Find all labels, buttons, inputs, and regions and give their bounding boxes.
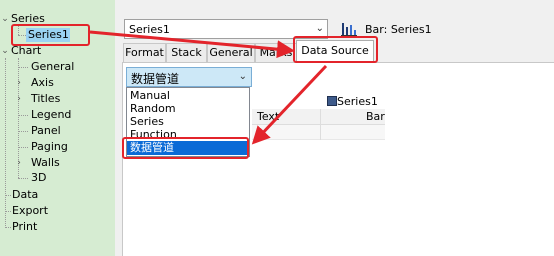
tree-item-3d[interactable]: 3D [31,171,46,185]
tree-item-legend[interactable]: Legend [31,108,71,122]
bar-chart-icon [341,23,357,36]
highlight-data-pipeline-option [122,137,249,159]
tree-item-export[interactable]: Export [12,204,48,218]
tree-item-paging[interactable]: Paging [31,140,68,154]
tab-stack[interactable]: Stack [166,43,207,62]
tab-marks[interactable]: Marks [255,43,297,62]
option-manual[interactable]: Manual [127,89,249,102]
grid-series-name: Series1 [337,95,378,108]
tree-item-print[interactable]: Print [12,220,37,234]
series-color-swatch [327,96,337,106]
tree-item-panel[interactable]: Panel [31,124,61,138]
tree-item-walls[interactable]: Walls [31,156,60,170]
tab-general[interactable]: General [207,43,255,62]
series-type-title: Bar: Series1 [365,23,432,36]
chevron-down-icon[interactable]: ⌄ [239,71,247,82]
collapse-icon[interactable]: ⌄ [0,12,10,26]
tree-item-chart[interactable]: Chart [11,44,41,58]
tree-item-data[interactable]: Data [12,188,38,202]
grid-column-text: Text [257,110,280,123]
data-source-select-value: 数据管道 [131,72,180,86]
expand-icon[interactable]: › [14,92,24,106]
series-select-value: Series1 [129,23,170,36]
data-source-select[interactable]: 数据管道 ⌄ [126,67,252,87]
highlight-series1 [11,24,90,46]
grid-column-divider [320,109,321,140]
tree-item-titles[interactable]: Titles [31,92,60,106]
cropped-caption [0,0,100,2]
expand-icon[interactable]: › [14,156,24,170]
collapse-icon[interactable]: ⌄ [0,44,10,58]
grid-column-bar: Bar [366,110,385,123]
highlight-data-source-tab [293,36,378,63]
expand-icon[interactable]: › [14,76,24,90]
grid-row[interactable] [252,125,385,140]
tree-item-general[interactable]: General [31,60,74,74]
option-series[interactable]: Series [127,115,249,128]
tab-format[interactable]: Format [123,43,166,62]
tree-item-axis[interactable]: Axis [31,76,54,90]
chevron-down-icon[interactable]: ⌄ [316,23,324,34]
option-random[interactable]: Random [127,102,249,115]
